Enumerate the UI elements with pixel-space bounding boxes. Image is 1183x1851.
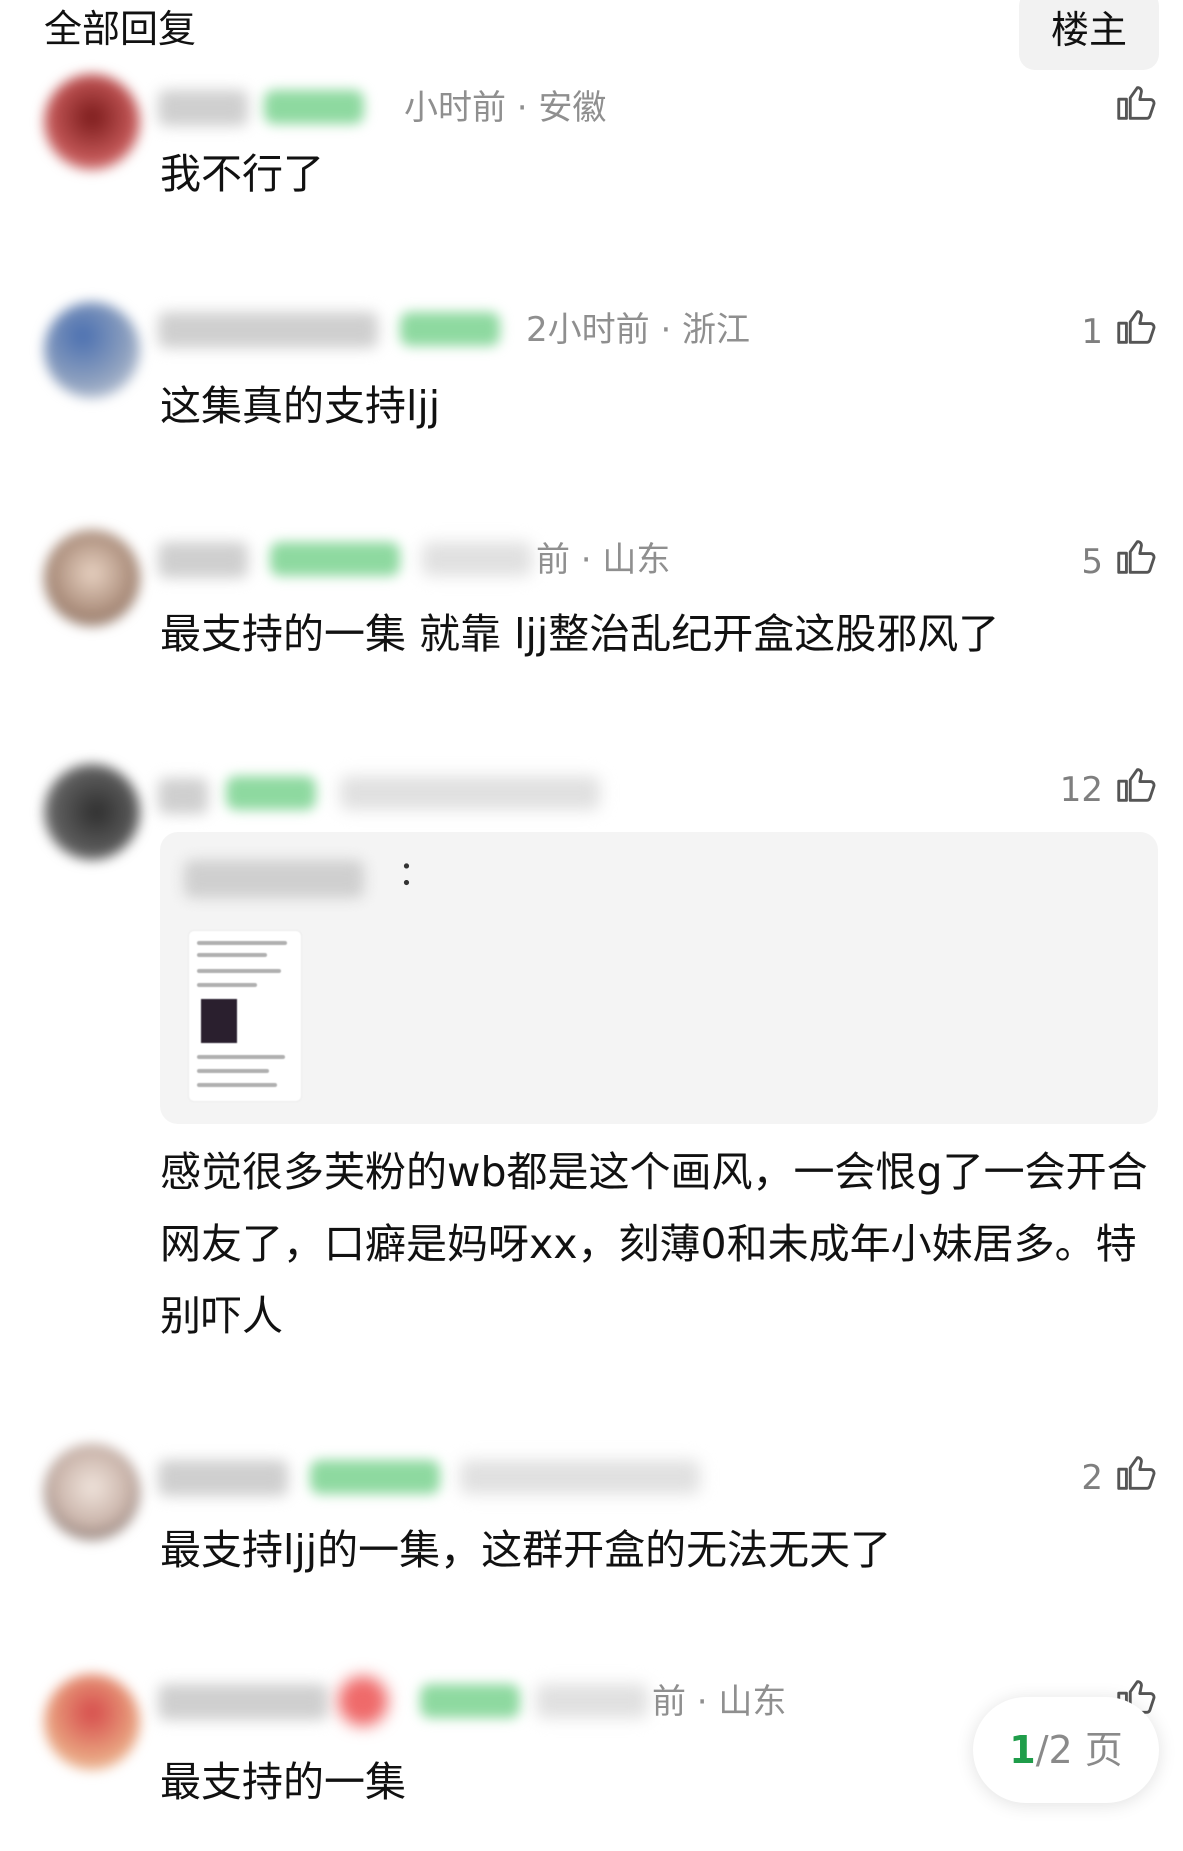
comment-item: 前 · 山东 5 最支持的一集 就靠 ljj整治乱纪开盒这股邪风了: [0, 526, 1183, 676]
level-badge: [226, 776, 316, 810]
level-badge: [310, 1460, 440, 1494]
comment-text: 我不行了: [160, 150, 324, 198]
thumb-text-line: [197, 1069, 269, 1073]
time-redacted: [422, 542, 532, 576]
username-redacted[interactable]: [158, 542, 248, 578]
avatar[interactable]: [44, 530, 140, 626]
thumbs-up-icon[interactable]: [1113, 534, 1159, 580]
all-replies-title: 全部回复: [44, 7, 197, 51]
comment-meta: 前 · 山东: [536, 540, 671, 580]
thumb-text-line: [197, 1083, 277, 1087]
comment-meta: 2小时前 · 浙江: [526, 310, 751, 350]
comment-meta: 小时前 · 安徽: [404, 88, 607, 128]
thumbs-up-icon[interactable]: [1113, 1450, 1159, 1496]
time-redacted: [536, 1684, 648, 1718]
username-redacted[interactable]: [158, 1684, 328, 1720]
like-count: 2: [1081, 1458, 1103, 1498]
reply-header: 全部回复 楼主: [0, 0, 1183, 70]
current-page: 1: [1009, 1728, 1036, 1772]
thumb-text-line: [197, 941, 287, 945]
username-redacted[interactable]: [158, 1460, 288, 1496]
level-badge: [264, 90, 364, 124]
time-redacted: [460, 1460, 700, 1494]
comment-text: 这集真的支持ljj: [160, 382, 441, 430]
like-count: 12: [1059, 770, 1103, 810]
level-badge: [400, 312, 500, 346]
avatar[interactable]: [44, 764, 140, 860]
op-only-button[interactable]: 楼主: [1019, 0, 1159, 70]
username-redacted[interactable]: [158, 312, 378, 348]
thumbs-up-icon[interactable]: [1113, 304, 1159, 350]
comment-meta: 前 · 山东: [652, 1682, 787, 1722]
quote-colon: ：: [398, 854, 432, 894]
quoted-reply-box[interactable]: ：: [160, 832, 1158, 1124]
thumb-text-line: [197, 983, 257, 987]
sticker-redacted: [338, 1676, 388, 1726]
comment-item: 2 最支持ljj的一集，这群开盒的无法无天了: [0, 1444, 1183, 1584]
thumb-image: [201, 999, 237, 1043]
avatar[interactable]: [44, 74, 140, 170]
comment-text: 感觉很多芙粉的wb都是这个画风，一会恨g了一会开合网友了，口癖是妈呀xx，刻薄0…: [160, 1148, 1148, 1340]
thumbs-up-icon[interactable]: [1113, 762, 1159, 808]
time-redacted: [340, 776, 600, 810]
thumb-text-line: [197, 969, 281, 973]
comment-item: 小时前 · 安徽 我不行了: [0, 70, 1183, 220]
comment-item: 2小时前 · 浙江 1 这集真的支持ljj: [0, 298, 1183, 448]
avatar[interactable]: [44, 1444, 140, 1540]
thumb-text-line: [197, 953, 267, 957]
level-badge: [420, 1684, 520, 1718]
page-total: /2 页: [1035, 1728, 1123, 1772]
avatar[interactable]: [44, 1674, 140, 1770]
like-count: 1: [1081, 312, 1103, 352]
comment-text: 最支持的一集 就靠 ljj整治乱纪开盒这股邪风了: [160, 610, 1000, 658]
avatar[interactable]: [44, 302, 140, 398]
page-indicator[interactable]: 1/2 页: [973, 1697, 1159, 1803]
comment-text: 最支持ljj的一集，这群开盒的无法无天了: [160, 1526, 892, 1574]
quoted-username-redacted: [184, 860, 364, 898]
quoted-screenshot-thumbnail[interactable]: [188, 930, 302, 1102]
level-badge: [270, 542, 400, 576]
username-redacted[interactable]: [158, 90, 248, 126]
username-redacted[interactable]: [158, 778, 208, 814]
thumb-text-line: [197, 1055, 285, 1059]
like-count: 5: [1081, 542, 1103, 582]
thumbs-up-icon[interactable]: [1113, 80, 1159, 126]
